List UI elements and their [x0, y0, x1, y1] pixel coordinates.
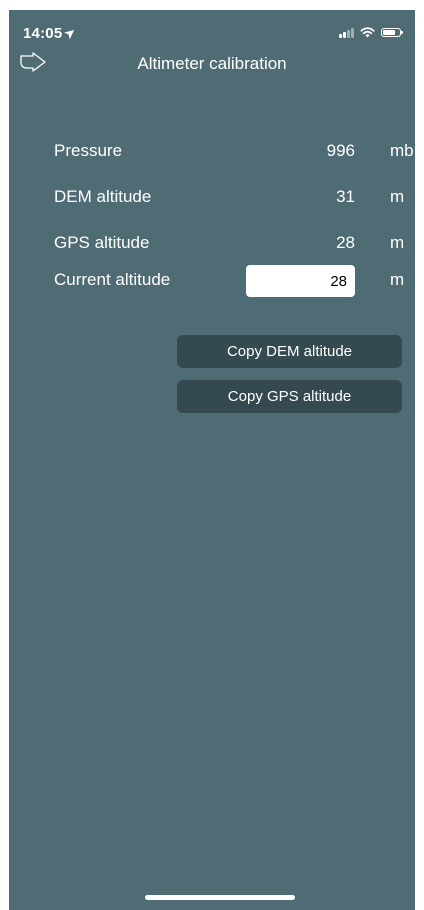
gps-altitude-unit: m — [390, 233, 405, 252]
status-time: 14:05➤ — [23, 24, 79, 42]
wifi-icon — [360, 27, 375, 38]
current-altitude-unit: m — [390, 270, 405, 289]
dem-altitude-label: DEM altitude — [54, 187, 152, 206]
home-indicator[interactable] — [145, 895, 295, 900]
status-icons — [339, 27, 403, 38]
gps-altitude-value: 28 — [336, 233, 355, 252]
dem-altitude-row: DEM altitude 31 m — [54, 181, 404, 213]
pressure-value: 996 — [326, 141, 355, 160]
copy-gps-altitude-button[interactable]: Copy GPS altitude — [177, 380, 402, 413]
cellular-signal-icon — [339, 27, 354, 38]
current-altitude-input[interactable] — [246, 265, 355, 297]
current-altitude-label: Current altitude — [54, 270, 171, 289]
dem-altitude-unit: m — [390, 187, 405, 206]
current-altitude-row: Current altitude m — [54, 265, 404, 297]
battery-icon — [381, 28, 403, 37]
pressure-unit: mb — [390, 141, 414, 160]
copy-dem-altitude-button[interactable]: Copy DEM altitude — [177, 335, 402, 368]
status-time-text: 14:05 — [23, 25, 63, 42]
pressure-row: Pressure 996 mb — [54, 135, 414, 167]
gps-altitude-row: GPS altitude 28 m — [54, 227, 404, 259]
gps-altitude-label: GPS altitude — [54, 233, 150, 252]
pressure-label: Pressure — [54, 141, 123, 160]
screen: 14:05➤ Altimeter calibration Pressure 99… — [9, 10, 415, 910]
dem-altitude-value: 31 — [336, 187, 355, 206]
page-title: Altimeter calibration — [137, 54, 287, 73]
location-arrow-icon: ➤ — [62, 24, 79, 42]
